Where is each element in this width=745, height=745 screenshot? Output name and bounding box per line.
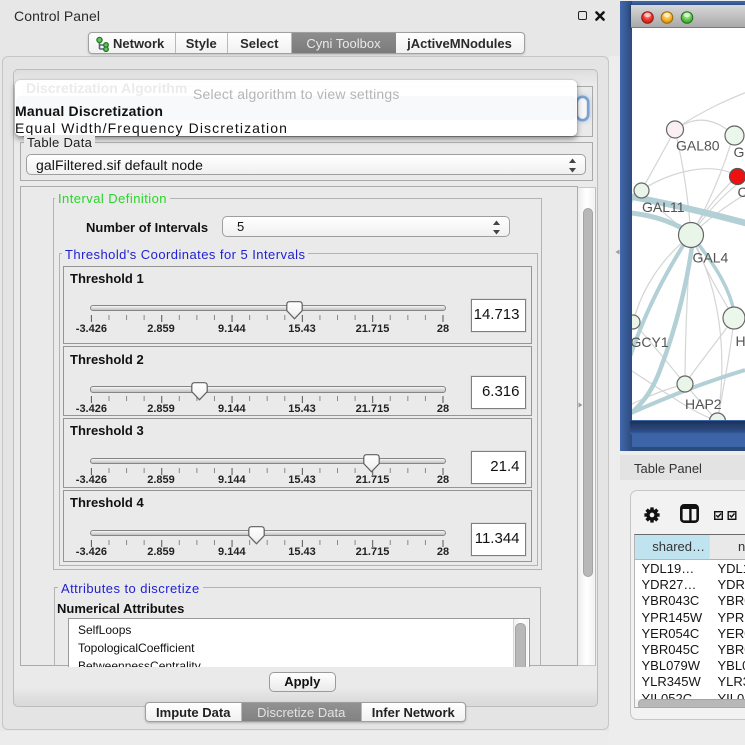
svg-text:GAL11: GAL11: [642, 199, 685, 215]
svg-text:HAP2: HAP2: [685, 396, 722, 412]
svg-text:HI: HI: [736, 333, 745, 349]
svg-text:GAL4: GAL4: [693, 250, 729, 266]
svg-text:G.: G.: [734, 144, 745, 160]
svg-text:GCY1: GCY1: [632, 334, 669, 350]
svg-text:GAL80: GAL80: [676, 138, 720, 154]
svg-text:C.: C.: [738, 184, 745, 200]
